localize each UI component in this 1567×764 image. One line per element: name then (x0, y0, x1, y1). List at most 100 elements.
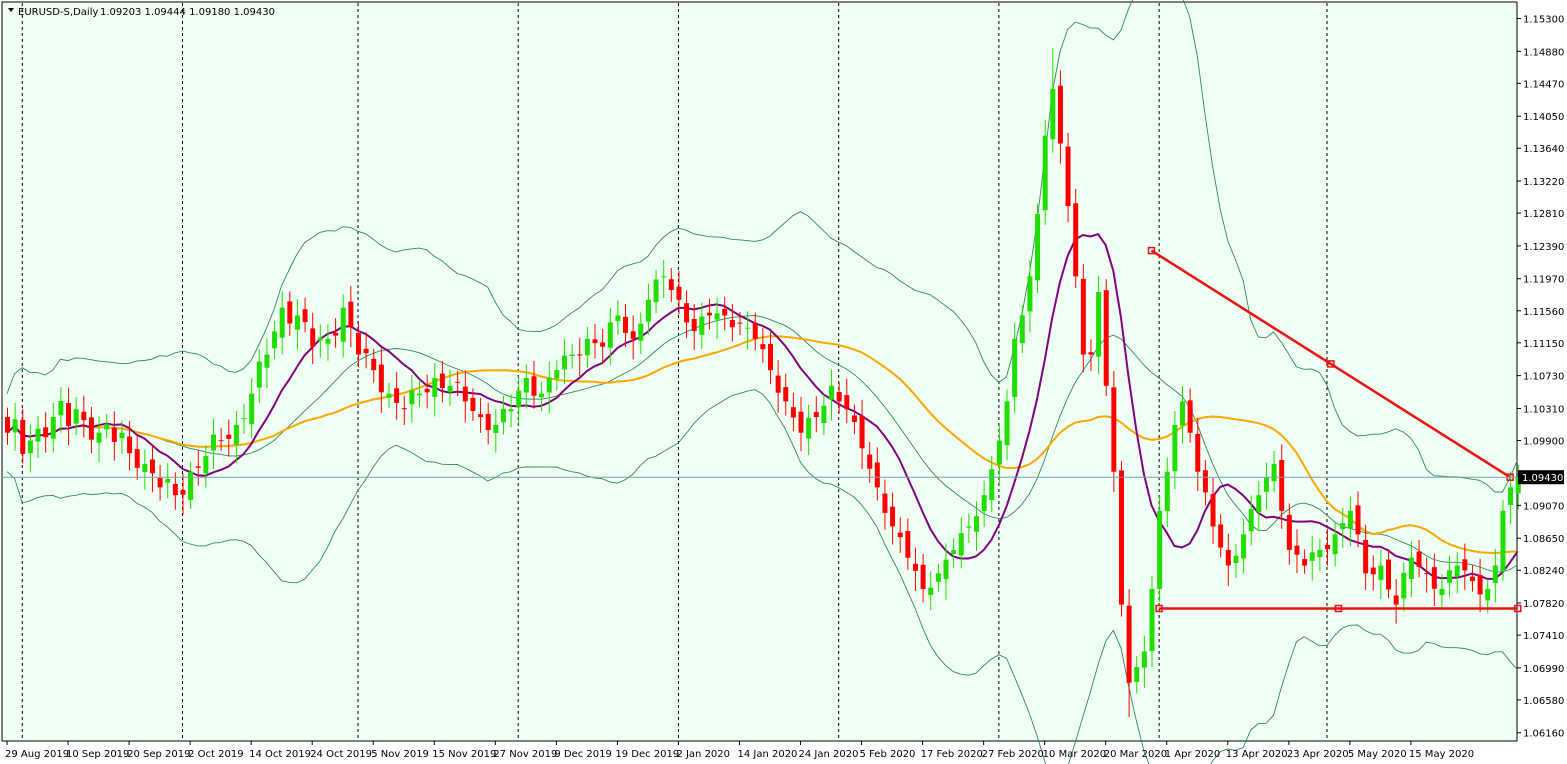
y-tick-label: 1.08240 (1523, 566, 1564, 577)
candle-body (1347, 510, 1353, 529)
candle-body (485, 413, 491, 431)
y-tick-label: 1.07820 (1523, 599, 1564, 610)
candle-body (1408, 557, 1414, 579)
chart-symbol-label: EURUSD-S,Daily (18, 7, 98, 18)
candle-body (859, 415, 865, 449)
candle-body (1134, 667, 1140, 682)
candle-body (554, 370, 560, 379)
x-tick-label: 10 Mar 2020 (1043, 749, 1106, 760)
candle-body (1370, 567, 1376, 575)
y-tick-label: 1.08650 (1523, 534, 1564, 545)
candle-body (394, 388, 400, 403)
candle-body (1225, 549, 1231, 566)
candle-body (340, 307, 346, 342)
candle-body (371, 358, 377, 371)
candle[interactable] (1103, 279, 1109, 396)
candle-body (729, 319, 735, 328)
candle-body (73, 409, 79, 424)
candle-body (882, 493, 888, 513)
candle-body (127, 436, 133, 454)
candle-body (813, 411, 819, 418)
y-tick-label: 1.14470 (1523, 79, 1564, 90)
candle-body (935, 573, 941, 582)
candle-body (302, 309, 308, 323)
x-tick-label: 20 Mar 2020 (1104, 749, 1167, 760)
candle-body (12, 419, 18, 433)
y-tick-label: 1.11150 (1523, 339, 1564, 350)
candle-body (256, 361, 262, 388)
candle-body (958, 533, 964, 556)
candle-body (43, 427, 49, 438)
x-tick-label: 27 Nov 2019 (493, 749, 557, 760)
x-tick-label: 19 Dec 2019 (615, 749, 679, 760)
candle-body (653, 279, 659, 303)
candle-body (1424, 573, 1430, 575)
candle-body (1042, 135, 1048, 211)
candle-body (50, 417, 56, 439)
candle-body (188, 471, 194, 500)
candle-body (1492, 565, 1498, 583)
chart-window[interactable]: 1.15300 1.14880 1.14470 1.14050 1.13640 1.132… (0, 0, 1567, 764)
candle-body (874, 462, 880, 488)
candle[interactable] (1073, 189, 1079, 288)
candle-body (249, 393, 255, 425)
candle-body (798, 411, 804, 433)
candle-body (20, 419, 26, 454)
y-tick-label: 1.09900 (1523, 436, 1564, 447)
candle-body (1012, 338, 1018, 397)
candle-body (386, 393, 392, 398)
candle-body (974, 516, 980, 532)
candle-body (5, 417, 10, 433)
candle-body (1180, 401, 1186, 426)
candle-body (1088, 352, 1094, 355)
candle-body (638, 323, 644, 341)
candle-body (577, 354, 583, 356)
candle-body (1103, 290, 1109, 386)
y-tick-label: 1.06160 (1523, 729, 1564, 740)
candle-body (768, 343, 773, 371)
candle-body (325, 338, 331, 344)
y-tick-label: 1.06990 (1523, 664, 1564, 675)
x-tick-label: 13 Apr 2020 (1226, 749, 1288, 760)
candle-body (287, 301, 293, 324)
candle-body (478, 414, 484, 418)
candle-body (844, 395, 850, 410)
price-chart[interactable]: 1.15300 1.14880 1.14470 1.14050 1.13640 1.132… (0, 0, 1567, 764)
candle-body (851, 415, 857, 423)
x-tick-label: 24 Oct 2019 (310, 749, 372, 760)
x-tick-label: 9 Dec 2019 (554, 749, 612, 760)
candle-body (561, 355, 567, 370)
y-tick-label: 1.15300 (1523, 15, 1564, 26)
candle-body (1340, 523, 1346, 530)
y-tick-label: 1.10730 (1523, 372, 1564, 383)
candle-body (1416, 551, 1422, 567)
x-tick-label: 15 May 2020 (1409, 749, 1474, 760)
candle-body (424, 388, 430, 393)
candle-body (226, 434, 232, 439)
candle-body (1080, 278, 1086, 355)
candle-body (355, 333, 361, 355)
candle-body (531, 376, 537, 396)
candle-body (218, 440, 224, 442)
candle-body (1035, 213, 1041, 281)
candle-body (279, 307, 285, 338)
candle-body (623, 316, 629, 333)
candle-body (1096, 292, 1102, 357)
x-tick-label: 1 Apr 2020 (1165, 749, 1220, 760)
candle-body (1324, 544, 1330, 550)
candle-body (699, 316, 705, 335)
candle-body (1256, 495, 1262, 513)
y-tick-label: 1.12390 (1523, 242, 1564, 253)
y-tick-label: 1.11560 (1523, 307, 1564, 318)
candle[interactable] (1118, 460, 1124, 617)
x-tick-label: 14 Jan 2020 (737, 749, 797, 760)
candle-body (722, 308, 728, 316)
candle[interactable] (1035, 203, 1041, 294)
candle-body (592, 339, 598, 344)
candle-body (1431, 567, 1437, 589)
x-tick-label: 24 Jan 2020 (799, 749, 859, 760)
candle[interactable] (1157, 495, 1163, 603)
candle[interactable] (1500, 500, 1506, 581)
candle-body (203, 456, 209, 474)
candle-body (790, 407, 796, 418)
